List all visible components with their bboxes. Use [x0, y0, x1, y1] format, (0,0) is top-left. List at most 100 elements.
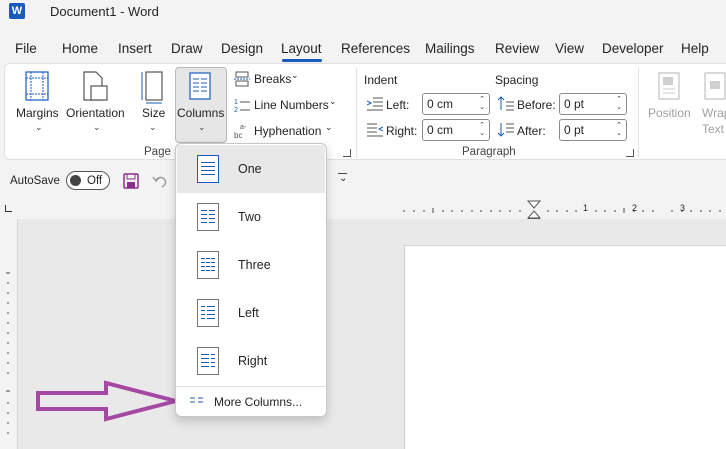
window-title: Document1 - Word [50, 4, 159, 19]
tab-mailings[interactable]: Mailings [425, 41, 475, 56]
tab-references[interactable]: References [341, 41, 410, 56]
tab-design[interactable]: Design [221, 41, 263, 56]
size-label: Size [142, 106, 166, 120]
spin-down-icon[interactable]: ⌄ [479, 130, 485, 138]
hyphenation-icon: a-bc [234, 124, 247, 140]
columns-dropdown-menu: One Two Three Left Right [175, 143, 327, 417]
more-columns-label: More Columns... [214, 395, 303, 409]
line-numbers-button[interactable]: 12 Line Numbers ⌄ [233, 96, 353, 116]
columns-icon [189, 72, 211, 100]
breaks-button[interactable]: Breaks ⌄ [233, 70, 353, 90]
tab-home[interactable]: Home [62, 41, 98, 56]
columns-label: Columns [177, 106, 225, 120]
breaks-icon [234, 71, 250, 87]
group-divider [356, 68, 357, 158]
option-label: Right [238, 354, 268, 368]
svg-text:a-: a- [240, 124, 247, 131]
tab-selector-icon[interactable] [5, 205, 12, 212]
chevron-down-icon: ⌄ [93, 122, 101, 132]
ruler-number: 1 [583, 203, 589, 213]
tab-draw[interactable]: Draw [171, 41, 203, 56]
chevron-down-icon: ⌄ [35, 122, 43, 132]
tab-layout[interactable]: Layout [281, 41, 322, 56]
paragraph-launcher-icon[interactable] [626, 149, 634, 157]
toggle-knob [70, 175, 81, 186]
indent-label: Indent [364, 73, 398, 87]
spin-up-icon[interactable]: ⌃ [616, 96, 622, 104]
margins-icon [25, 71, 49, 101]
indent-right-field[interactable]: 0 cm ⌃ ⌄ [422, 119, 490, 141]
tab-developer[interactable]: Developer [602, 41, 664, 56]
spacing-after-field[interactable]: 0 pt ⌃ ⌄ [559, 119, 627, 141]
right-column-icon [197, 347, 219, 375]
wrap-text-icon [704, 72, 726, 100]
wrap-label: Wrap [702, 106, 726, 120]
spacing-label: Spacing [495, 73, 539, 87]
margins-label: Margins [16, 106, 59, 120]
option-label: Left [238, 306, 259, 320]
indent-left-field[interactable]: 0 cm ⌃ ⌄ [422, 93, 490, 115]
spacing-after-value: 0 pt [564, 123, 585, 137]
spin-up-icon[interactable]: ⌃ [479, 96, 485, 104]
tab-file[interactable]: File [15, 41, 37, 56]
tab-view[interactable]: View [555, 41, 584, 56]
svg-text:2: 2 [234, 107, 238, 113]
orientation-icon [83, 71, 108, 101]
spacing-before-field[interactable]: 0 pt ⌃ ⌄ [559, 93, 627, 115]
autosave-label: AutoSave [10, 175, 60, 187]
indent-left-label: Left: [386, 98, 410, 112]
columns-option-one[interactable]: One [177, 145, 325, 193]
ruler-ticks [403, 200, 721, 219]
hyphenation-button[interactable]: a-bc Hyphenation ⌄ [233, 122, 353, 142]
columns-option-left[interactable]: Left [177, 289, 325, 337]
line-numbers-icon: 12 [234, 99, 250, 113]
ruler-number: 3 [680, 203, 686, 213]
ruler-number: 2 [632, 203, 638, 213]
customize-qat-icon[interactable]: ⌄ [339, 173, 347, 184]
vertical-ruler [0, 219, 18, 449]
chevron-down-icon: ⌄ [149, 122, 157, 132]
undo-icon[interactable] [152, 173, 168, 189]
svg-text:1: 1 [234, 99, 238, 106]
spacing-after-icon [498, 123, 514, 137]
more-columns-icon [190, 397, 203, 403]
indent-left-icon [367, 97, 383, 111]
spacing-after-label: After: [517, 124, 546, 138]
spacing-before-icon [498, 96, 514, 111]
orientation-label: Orientation [66, 106, 125, 120]
spacing-before-value: 0 pt [564, 97, 585, 111]
active-tab-indicator [282, 59, 322, 62]
line-numbers-label: Line Numbers [254, 98, 329, 112]
indent-right-value: 0 cm [427, 123, 454, 137]
spin-down-icon[interactable]: ⌄ [616, 130, 622, 138]
more-columns-item[interactable]: More Columns... [176, 389, 326, 415]
page-setup-launcher-icon[interactable] [343, 149, 351, 157]
tab-insert[interactable]: Insert [118, 41, 152, 56]
option-label: Two [238, 210, 261, 224]
chevron-down-icon: ⌄ [325, 122, 333, 132]
save-icon[interactable] [123, 173, 139, 189]
columns-option-right[interactable]: Right [177, 337, 325, 385]
spin-down-icon[interactable]: ⌄ [479, 104, 485, 112]
paragraph-group-label: Paragraph [462, 146, 516, 158]
spin-up-icon[interactable]: ⌃ [616, 122, 622, 130]
annotation-arrow [36, 380, 177, 422]
spacing-before-label: Before: [517, 98, 556, 112]
option-label: One [238, 162, 262, 176]
group-divider [638, 68, 639, 158]
document-page[interactable] [404, 245, 726, 449]
spin-up-icon[interactable]: ⌃ [479, 122, 485, 130]
indent-right-label: Right: [386, 124, 418, 138]
wrap-text-button[interactable]: Wrap Text [698, 68, 726, 140]
breaks-label: Breaks [254, 72, 292, 86]
columns-option-three[interactable]: Three [177, 241, 325, 289]
chevron-down-icon: ⌄ [198, 122, 206, 132]
columns-option-two[interactable]: Two [177, 193, 325, 241]
spin-down-icon[interactable]: ⌄ [616, 104, 622, 112]
left-column-icon [197, 299, 219, 327]
tab-help[interactable]: Help [681, 41, 709, 56]
position-label: Position [648, 106, 691, 120]
tab-review[interactable]: Review [495, 41, 539, 56]
position-button[interactable]: Position [646, 68, 692, 140]
svg-text:bc: bc [234, 131, 242, 140]
